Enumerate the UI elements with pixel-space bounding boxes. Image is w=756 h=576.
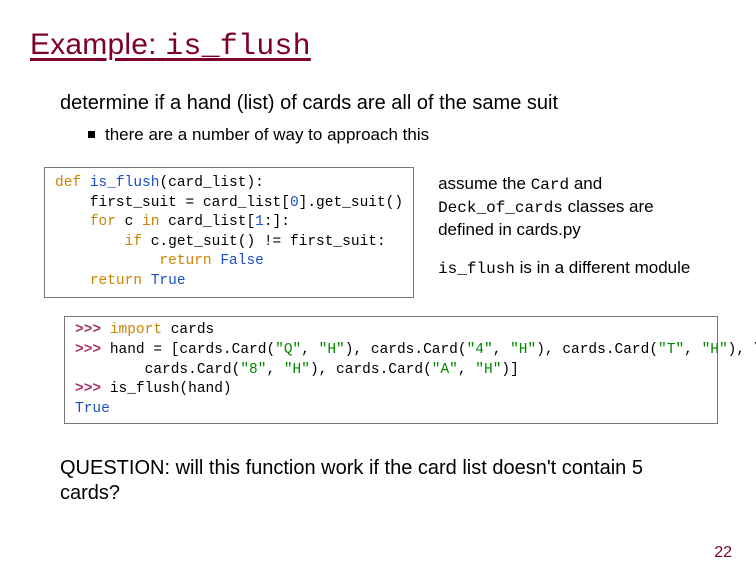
note-line-2: Deck_of_cards classes are	[438, 196, 690, 219]
title-prefix: Example:	[30, 28, 157, 61]
code-block-repl: >>> import cards >>> hand = [cards.Card(…	[64, 316, 718, 424]
note-line-1: assume the Card and	[438, 173, 690, 196]
bullet-text: there are a number of way to approach th…	[105, 125, 429, 145]
middle-row: def is_flush(card_list): first_suit = ca…	[30, 167, 726, 298]
slide-title: Example: is_flush	[30, 28, 726, 64]
note-line-3: defined in cards.py	[438, 219, 690, 241]
code-block-def: def is_flush(card_list): first_suit = ca…	[44, 167, 414, 298]
page-number: 22	[714, 544, 732, 562]
subtitle: determine if a hand (list) of cards are …	[60, 92, 726, 115]
bullet-item: there are a number of way to approach th…	[88, 125, 726, 145]
note-line-4: is_flush is in a different module	[438, 257, 690, 280]
question-text: QUESTION: will this function work if the…	[60, 456, 700, 506]
square-bullet-icon	[88, 131, 95, 138]
title-code: is_flush	[165, 30, 311, 64]
side-notes: assume the Card and Deck_of_cards classe…	[438, 173, 690, 279]
